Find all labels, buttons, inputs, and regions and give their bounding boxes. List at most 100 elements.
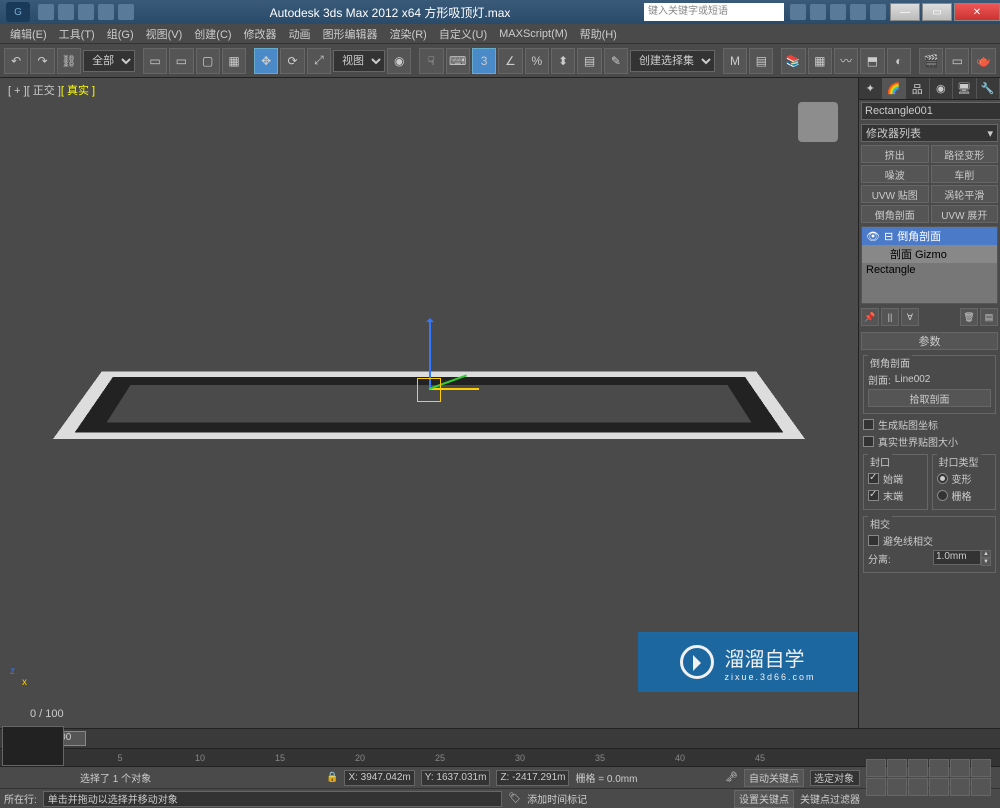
pin-stack-button[interactable]: 📌 — [861, 308, 879, 326]
layer-manager-button[interactable]: 📚 — [781, 48, 805, 74]
stack-item-rectangle[interactable]: Rectangle — [862, 263, 997, 277]
manipulate-button[interactable]: ☟ — [419, 48, 443, 74]
titlebar-icon[interactable] — [870, 4, 886, 20]
coord-x[interactable]: X: 3947.042m — [344, 770, 414, 786]
render-setup-button[interactable]: 🎬 — [919, 48, 943, 74]
miniview-icon[interactable] — [2, 726, 64, 766]
preset-extrude[interactable]: 挤出 — [861, 145, 929, 163]
goto-start-button[interactable] — [866, 759, 886, 777]
modify-tab[interactable]: 🌈 — [883, 78, 907, 99]
make-unique-button[interactable]: ∀ — [901, 308, 919, 326]
time-config-button[interactable] — [971, 759, 991, 777]
graphite-button[interactable]: ▦ — [808, 48, 832, 74]
schematic-button[interactable]: ⬒ — [860, 48, 884, 74]
cap-start-checkbox[interactable] — [868, 473, 879, 484]
select-region-button[interactable]: ▢ — [196, 48, 220, 74]
zoom-button[interactable] — [866, 778, 886, 796]
gen-map-checkbox[interactable] — [863, 419, 874, 430]
add-time-tag[interactable]: 添加时间标记 — [527, 791, 587, 806]
titlebar-icon[interactable] — [118, 4, 134, 20]
preset-pathdeform[interactable]: 路径变形 — [931, 145, 999, 163]
redo-button[interactable]: ↷ — [30, 48, 54, 74]
separation-spinner[interactable]: 1.0mm ▲▼ — [933, 550, 991, 566]
curve-editor-button[interactable]: 〰 — [834, 48, 858, 74]
cap-grid-radio[interactable] — [937, 490, 948, 501]
time-tag-icon[interactable]: 🏷 — [508, 793, 521, 804]
avoid-intersect-checkbox[interactable] — [868, 535, 879, 546]
stack-item-gizmo[interactable]: 剖面 Gizmo — [862, 245, 997, 263]
menu-modifiers[interactable]: 修改器 — [238, 26, 283, 42]
viewcube[interactable] — [798, 102, 838, 142]
named-selection-button[interactable]: ▤ — [577, 48, 601, 74]
menu-tools[interactable]: 工具(T) — [53, 26, 101, 42]
key-filters[interactable]: 关键点过滤器 — [800, 791, 860, 806]
utilities-tab[interactable]: 🔧 — [977, 78, 1000, 99]
menu-customize[interactable]: 自定义(U) — [433, 26, 493, 42]
object-name-input[interactable] — [861, 102, 1000, 120]
set-key-button[interactable]: 设置关键点 — [734, 790, 794, 808]
modifier-stack[interactable]: 👁⊟倒角剖面 剖面 Gizmo Rectangle — [861, 226, 998, 304]
preset-uvwmap[interactable]: UVW 贴图 — [861, 185, 929, 203]
zoom-extents-button[interactable] — [908, 778, 928, 796]
render-frame-button[interactable]: ▭ — [945, 48, 969, 74]
rotate-button[interactable]: ⟳ — [280, 48, 304, 74]
fov-button[interactable] — [929, 778, 949, 796]
window-crossing-button[interactable]: ▦ — [222, 48, 246, 74]
modifier-list-dropdown[interactable]: 修改器列表▾ — [861, 124, 998, 142]
menu-animation[interactable]: 动画 — [283, 26, 317, 42]
maximize-button[interactable]: ▭ — [922, 3, 952, 21]
edit-named-selection-button[interactable]: ✎ — [604, 48, 628, 74]
selected-keys[interactable]: 选定对象 — [810, 770, 860, 786]
menu-help[interactable]: 帮助(H) — [574, 26, 623, 42]
prev-frame-button[interactable] — [887, 759, 907, 777]
pick-profile-button[interactable]: 拾取剖面 — [868, 389, 991, 407]
percent-snap-button[interactable]: % — [525, 48, 549, 74]
snap-button[interactable]: 3 — [472, 48, 496, 74]
select-button[interactable]: ▭ — [143, 48, 167, 74]
menu-create[interactable]: 创建(C) — [188, 26, 237, 42]
rollout-params[interactable]: 参数 — [861, 332, 998, 350]
display-tab[interactable]: 🖥 — [953, 78, 977, 99]
undo-button[interactable]: ↶ — [4, 48, 28, 74]
hierarchy-tab[interactable]: 品 — [906, 78, 930, 99]
titlebar-icon[interactable] — [58, 4, 74, 20]
material-editor-button[interactable]: ◐ — [887, 48, 911, 74]
play-button[interactable] — [908, 759, 928, 777]
scale-button[interactable]: ⤢ — [307, 48, 331, 74]
show-end-result-button[interactable]: || — [881, 308, 899, 326]
orbit-button[interactable] — [971, 778, 991, 796]
configure-sets-button[interactable]: ▤ — [980, 308, 998, 326]
preset-turbosmooth[interactable]: 涡轮平滑 — [931, 185, 999, 203]
remove-modifier-button[interactable]: 🗑 — [960, 308, 978, 326]
track-bar[interactable]: 051015202530354045 — [0, 748, 1000, 766]
move-button[interactable]: ✥ — [254, 48, 278, 74]
selection-filter[interactable]: 全部 — [83, 50, 135, 72]
next-frame-button[interactable] — [929, 759, 949, 777]
spinner-snap-button[interactable]: ⬍ — [551, 48, 575, 74]
preset-lathe[interactable]: 车削 — [931, 165, 999, 183]
ref-coord-system[interactable]: 视图 — [333, 50, 385, 72]
link-button[interactable]: ⛓ — [57, 48, 81, 74]
goto-end-button[interactable] — [950, 759, 970, 777]
align-button[interactable]: ▤ — [749, 48, 773, 74]
cap-end-checkbox[interactable] — [868, 490, 879, 501]
create-tab[interactable]: ✦ — [859, 78, 883, 99]
titlebar-icon[interactable] — [98, 4, 114, 20]
use-center-button[interactable]: ◉ — [387, 48, 411, 74]
time-slider[interactable]: 0 / 100 — [0, 728, 1000, 748]
titlebar-icon[interactable] — [830, 4, 846, 20]
coord-y[interactable]: Y: 1637.031m — [421, 770, 491, 786]
coord-z[interactable]: Z: -2417.291m — [496, 770, 569, 786]
keyboard-shortcuts-button[interactable]: ⌨ — [446, 48, 470, 74]
real-world-checkbox[interactable] — [863, 436, 874, 447]
named-selection-dropdown[interactable]: 创建选择集 — [630, 50, 715, 72]
select-name-button[interactable]: ▭ — [169, 48, 193, 74]
menu-views[interactable]: 视图(V) — [140, 26, 189, 42]
preset-uvwunwrap[interactable]: UVW 展开 — [931, 205, 999, 223]
motion-tab[interactable]: ◉ — [930, 78, 954, 99]
menu-edit[interactable]: 编辑(E) — [4, 26, 53, 42]
menu-rendering[interactable]: 渲染(R) — [384, 26, 433, 42]
cap-morph-radio[interactable] — [937, 473, 948, 484]
viewport[interactable]: zx 0 / 100 — [0, 78, 858, 728]
close-button[interactable]: ✕ — [954, 3, 1000, 21]
